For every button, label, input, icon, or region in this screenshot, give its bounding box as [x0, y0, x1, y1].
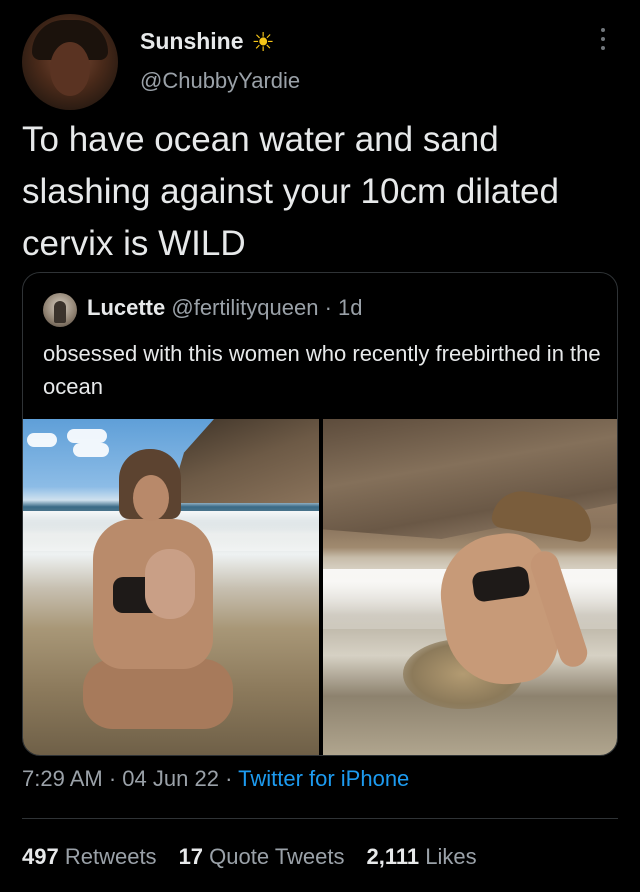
quote-tweets-stat[interactable]: 17 Quote Tweets [179, 844, 345, 870]
sun-icon: ☀ [251, 26, 275, 57]
tweet-meta: 7:29 AM · 04 Jun 22 · Twitter for iPhone [22, 766, 409, 792]
likes-label: Likes [425, 844, 477, 869]
retweets-label: Retweets [64, 844, 157, 869]
meta-separator-2: · [225, 766, 233, 791]
author-avatar[interactable] [22, 14, 118, 110]
quoted-tweet-header: Lucette @fertilityqueen · 1d [87, 295, 363, 321]
quoted-tweet-text: obsessed with this women who recently fr… [43, 341, 601, 399]
more-options-icon[interactable] [596, 28, 610, 50]
divider [22, 818, 618, 819]
quoted-author-handle[interactable]: @fertilityqueen [171, 295, 318, 320]
quoted-media-grid [23, 419, 617, 755]
likes-stat[interactable]: 2,111 Likes [367, 844, 477, 870]
tweet-stats: 497 Retweets 17 Quote Tweets 2,111 Likes [22, 844, 477, 870]
quoted-tweet-age[interactable]: 1d [338, 295, 362, 320]
media-photo-1[interactable] [23, 419, 319, 755]
likes-count: 2,111 [366, 844, 420, 869]
quoted-separator: · [324, 295, 332, 320]
author-display-name-row[interactable]: Sunshine ☀ [140, 28, 275, 55]
author-handle[interactable]: @ChubbyYardie [140, 68, 300, 94]
media-photo-2[interactable] [323, 419, 617, 755]
author-display-name[interactable]: Sunshine [140, 28, 244, 55]
tweet-date[interactable]: 04 Jun 22 [122, 766, 219, 791]
quote-tweets-count: 17 [178, 844, 204, 869]
quoted-author-name[interactable]: Lucette [87, 295, 165, 320]
retweets-count: 497 [22, 844, 59, 869]
quoted-author-avatar[interactable] [43, 293, 77, 327]
tweet-time[interactable]: 7:29 AM [22, 766, 103, 791]
tweet-text: To have ocean water and sand slashing ag… [22, 120, 559, 263]
quoted-tweet-card[interactable]: Lucette @fertilityqueen · 1d obsessed wi… [22, 272, 618, 756]
avatar-face [50, 42, 90, 96]
retweets-stat[interactable]: 497 Retweets [22, 844, 157, 870]
tweet-client-link[interactable]: Twitter for iPhone [238, 766, 409, 791]
quote-tweets-label: Quote Tweets [209, 844, 345, 869]
meta-separator-1: · [108, 766, 117, 791]
